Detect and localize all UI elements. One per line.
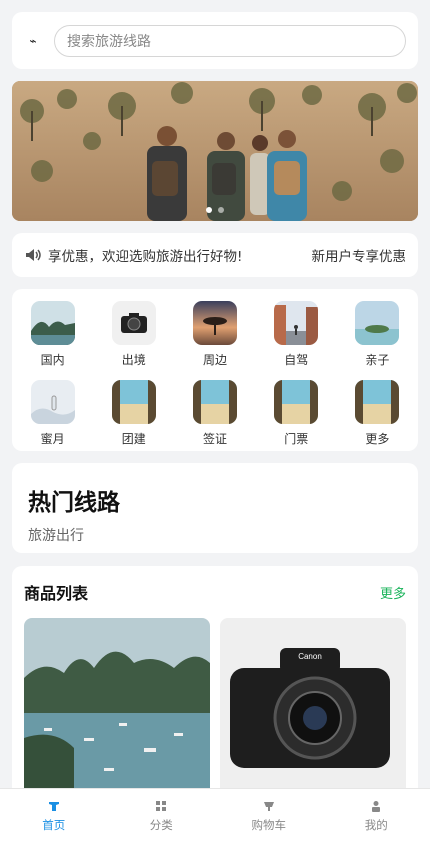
tab-category[interactable]: 分类	[108, 789, 216, 844]
category-item-nearby[interactable]: 周边	[174, 301, 255, 372]
carousel-dot[interactable]	[218, 207, 224, 213]
category-item-domestic[interactable]: 国内	[12, 301, 93, 372]
category-image	[355, 380, 400, 424]
category-image	[274, 301, 319, 345]
tab-home[interactable]: 首页	[0, 789, 108, 844]
category-image	[111, 380, 156, 424]
category-item-more[interactable]: 更多	[337, 380, 418, 451]
carousel-indicators	[12, 207, 418, 213]
category-item-selfdrive[interactable]: 自驾	[256, 301, 337, 372]
category-label: 亲子	[365, 353, 390, 367]
carousel-dot[interactable]	[206, 207, 212, 213]
goods-more-link[interactable]: 更多	[380, 583, 406, 602]
category-item-visa[interactable]: 签证	[174, 380, 255, 451]
category-image	[355, 301, 400, 345]
hot-routes-section[interactable]: 热门线路 旅游出行	[12, 463, 418, 553]
category-item-honeymoon[interactable]: 蜜月	[12, 380, 93, 451]
category-grid: 国内 出境 周边 自驾 亲子 蜜月 团建 签证 门票 更多	[12, 289, 418, 451]
category-image	[274, 380, 319, 424]
tab-label: 分类	[149, 818, 173, 832]
category-item-family[interactable]: 亲子	[337, 301, 418, 372]
banner-image	[12, 81, 418, 221]
category-item-tickets[interactable]: 门票	[256, 380, 337, 451]
grid-icon	[156, 801, 167, 811]
notice-bar[interactable]: 享优惠，欢迎选购旅游出行好物! 新用户专享优惠	[12, 233, 418, 277]
category-item-team[interactable]: 团建	[93, 380, 174, 451]
category-label: 团建	[121, 432, 146, 446]
category-label: 周边	[202, 353, 227, 367]
notice-text: 享优惠，欢迎选购旅游出行好物!	[48, 249, 243, 265]
home-icon	[48, 802, 59, 811]
goods-section: 商品列表 更多 Canon	[12, 566, 418, 826]
category-label: 蜜月	[40, 432, 65, 446]
category-label: 门票	[284, 432, 309, 446]
tab-cart[interactable]: 购物车	[215, 789, 323, 844]
user-icon	[372, 801, 381, 812]
search-bar: ⌁ 搜索旅游线路	[12, 12, 418, 69]
tab-label: 首页	[42, 818, 66, 832]
category-label: 国内	[40, 353, 65, 367]
cart-icon	[263, 802, 274, 811]
category-image	[192, 380, 237, 424]
tab-label: 购物车	[251, 818, 287, 832]
hot-routes-title: 热门线路	[28, 490, 120, 516]
category-item-overseas[interactable]: 出境	[93, 301, 174, 372]
banner-carousel[interactable]	[12, 81, 418, 221]
search-input[interactable]: 搜索旅游线路	[54, 24, 406, 57]
category-image	[30, 301, 75, 345]
category-image	[30, 380, 75, 424]
category-label: 签证	[202, 432, 227, 446]
lightning-icon: ⌁	[29, 33, 37, 48]
tab-bar: 首页 分类 购物车 我的	[0, 788, 430, 844]
category-image	[192, 301, 237, 345]
hot-routes-subtitle: 旅游出行	[28, 528, 84, 544]
category-label: 出境	[121, 353, 146, 367]
tab-label: 我的	[364, 818, 388, 832]
category-label: 更多	[365, 432, 390, 446]
tab-profile[interactable]: 我的	[323, 789, 430, 844]
goods-title: 商品列表	[24, 584, 89, 603]
category-image	[111, 301, 156, 345]
speaker-icon	[26, 249, 41, 261]
svg-text:Canon: Canon	[298, 652, 322, 661]
category-label: 自驾	[284, 353, 309, 367]
notice-right-text: 新用户专享优惠	[311, 249, 407, 265]
